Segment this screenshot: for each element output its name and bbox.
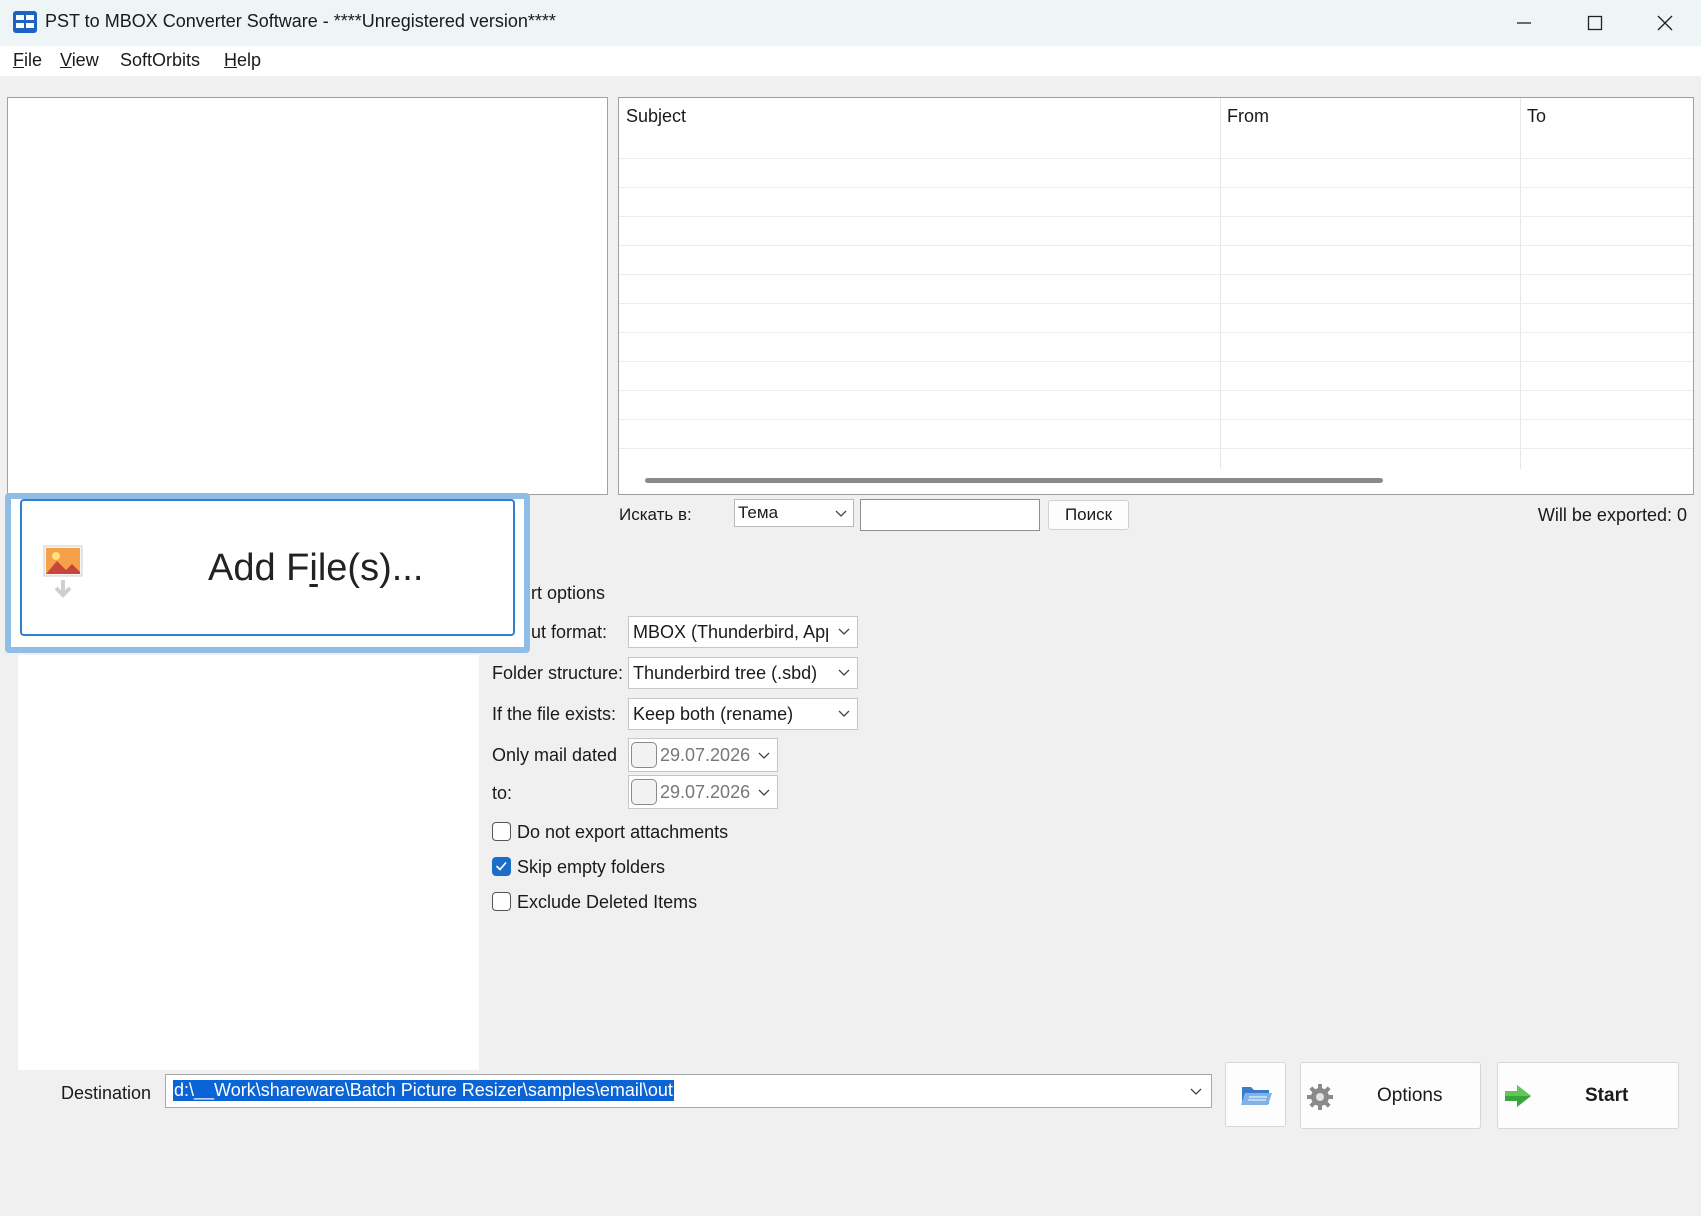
skip-empty-folders-checkbox[interactable]: [492, 857, 511, 876]
options-button-label: Options: [1377, 1085, 1443, 1106]
search-input[interactable]: [860, 499, 1040, 531]
file-list-area: [18, 655, 479, 1070]
folder-structure-value: Thunderbird tree (.sbd): [633, 663, 818, 683]
menu-help-label: elp: [237, 50, 262, 70]
menu-file-mnemonic: F: [13, 50, 24, 70]
column-header-subject[interactable]: Subject: [619, 98, 1220, 158]
start-arrow-icon: [1505, 1085, 1531, 1107]
date-from-picker[interactable]: 29.07.2026: [628, 738, 778, 772]
menu-view-mnemonic: V: [60, 50, 72, 70]
row-divider: [619, 274, 1693, 275]
export-options-header: rt options: [531, 583, 606, 603]
exclude-deleted-checkbox[interactable]: [492, 892, 511, 911]
checkmark-icon: [495, 861, 507, 871]
add-files-mnemonic: i: [309, 547, 318, 589]
app-icon: [13, 11, 37, 33]
date-from-label: Only mail dated: [492, 745, 618, 765]
folder-structure-label: Folder structure:: [492, 663, 624, 683]
menu-help[interactable]: Help: [224, 50, 261, 71]
row-divider: [619, 332, 1693, 333]
folder-structure-select[interactable]: Thunderbird tree (.sbd): [628, 657, 858, 689]
gear-icon: [1307, 1084, 1333, 1110]
date-from-value: 29.07.2026: [660, 745, 751, 765]
column-header-from[interactable]: From: [1220, 98, 1520, 158]
menu-softorbits[interactable]: SoftOrbits: [120, 50, 200, 71]
chevron-down-icon: [835, 510, 847, 517]
start-button-label: Start: [1585, 1085, 1629, 1106]
output-format-select[interactable]: MBOX (Thunderbird, App: [628, 616, 858, 648]
output-format-value: MBOX (Thunderbird, App: [633, 622, 828, 642]
chevron-down-icon: [838, 669, 850, 676]
menu-view[interactable]: View: [60, 50, 99, 71]
row-divider: [619, 390, 1693, 391]
skip-empty-folders-label[interactable]: Skip empty folders: [517, 857, 665, 878]
minimize-button[interactable]: [1490, 0, 1558, 46]
folder-tree-panel[interactable]: [7, 97, 608, 495]
column-divider: [1220, 98, 1221, 469]
menu-help-mnemonic: H: [224, 50, 237, 70]
row-divider: [619, 303, 1693, 304]
destination-label: Destination: [61, 1083, 152, 1103]
horizontal-scrollbar[interactable]: [645, 478, 1383, 483]
chevron-down-icon: [838, 628, 850, 635]
chevron-down-icon: [838, 710, 850, 717]
column-divider: [1520, 98, 1521, 469]
row-divider: [619, 419, 1693, 420]
file-exists-label: If the file exists:: [492, 704, 617, 724]
message-list[interactable]: Subject From To: [618, 97, 1694, 495]
row-divider: [619, 158, 1693, 159]
chevron-down-icon: [758, 789, 770, 796]
chevron-down-icon: [1190, 1088, 1202, 1095]
destination-input[interactable]: d:\__Work\shareware\Batch Picture Resize…: [165, 1074, 1212, 1108]
search-field-value: Тема: [738, 503, 779, 522]
maximize-icon: [1587, 15, 1603, 31]
close-button[interactable]: [1631, 0, 1699, 46]
export-count: Will be exported: 0: [1537, 505, 1687, 525]
minimize-icon: [1517, 22, 1531, 24]
browse-folder-button[interactable]: [1225, 1062, 1286, 1127]
no-attachments-checkbox[interactable]: [492, 822, 511, 841]
date-to-value: 29.07.2026: [660, 782, 751, 802]
no-attachments-label[interactable]: Do not export attachments: [517, 822, 728, 843]
menu-file[interactable]: File: [13, 50, 42, 71]
menu-file-label: ile: [24, 50, 43, 70]
window-title: PST to MBOX Converter Software - ****Unr…: [45, 11, 556, 31]
output-format-label: ut format:: [531, 622, 608, 642]
image-import-icon: [43, 545, 83, 598]
date-to-picker[interactable]: 29.07.2026: [628, 775, 778, 809]
exclude-deleted-label[interactable]: Exclude Deleted Items: [517, 892, 697, 913]
add-files-label-part: Add F: [208, 547, 310, 589]
folder-open-icon: [1241, 1087, 1272, 1105]
row-divider: [619, 216, 1693, 217]
row-divider: [619, 245, 1693, 246]
chevron-down-icon: [758, 752, 770, 759]
maximize-button[interactable]: [1561, 0, 1629, 46]
menu-view-label: iew: [71, 50, 99, 70]
add-files-label: Add File(s)...: [208, 547, 423, 590]
row-divider: [619, 361, 1693, 362]
file-exists-select[interactable]: Keep both (rename): [628, 698, 858, 730]
add-files-label-part: le(s)...: [317, 547, 424, 589]
search-field-select[interactable]: Тема: [734, 499, 854, 527]
row-divider: [619, 187, 1693, 188]
file-exists-value: Keep both (rename): [633, 704, 794, 724]
search-button[interactable]: Поиск: [1048, 500, 1129, 530]
destination-value: d:\__Work\shareware\Batch Picture Resize…: [173, 1080, 674, 1101]
column-header-to[interactable]: To: [1520, 98, 1693, 158]
date-to-label: to:: [492, 783, 513, 803]
date-to-checkbox[interactable]: [631, 779, 657, 805]
date-from-checkbox[interactable]: [631, 742, 657, 768]
close-icon: [1657, 15, 1673, 31]
search-in-label: Искать в:: [619, 505, 692, 524]
row-divider: [619, 448, 1693, 449]
